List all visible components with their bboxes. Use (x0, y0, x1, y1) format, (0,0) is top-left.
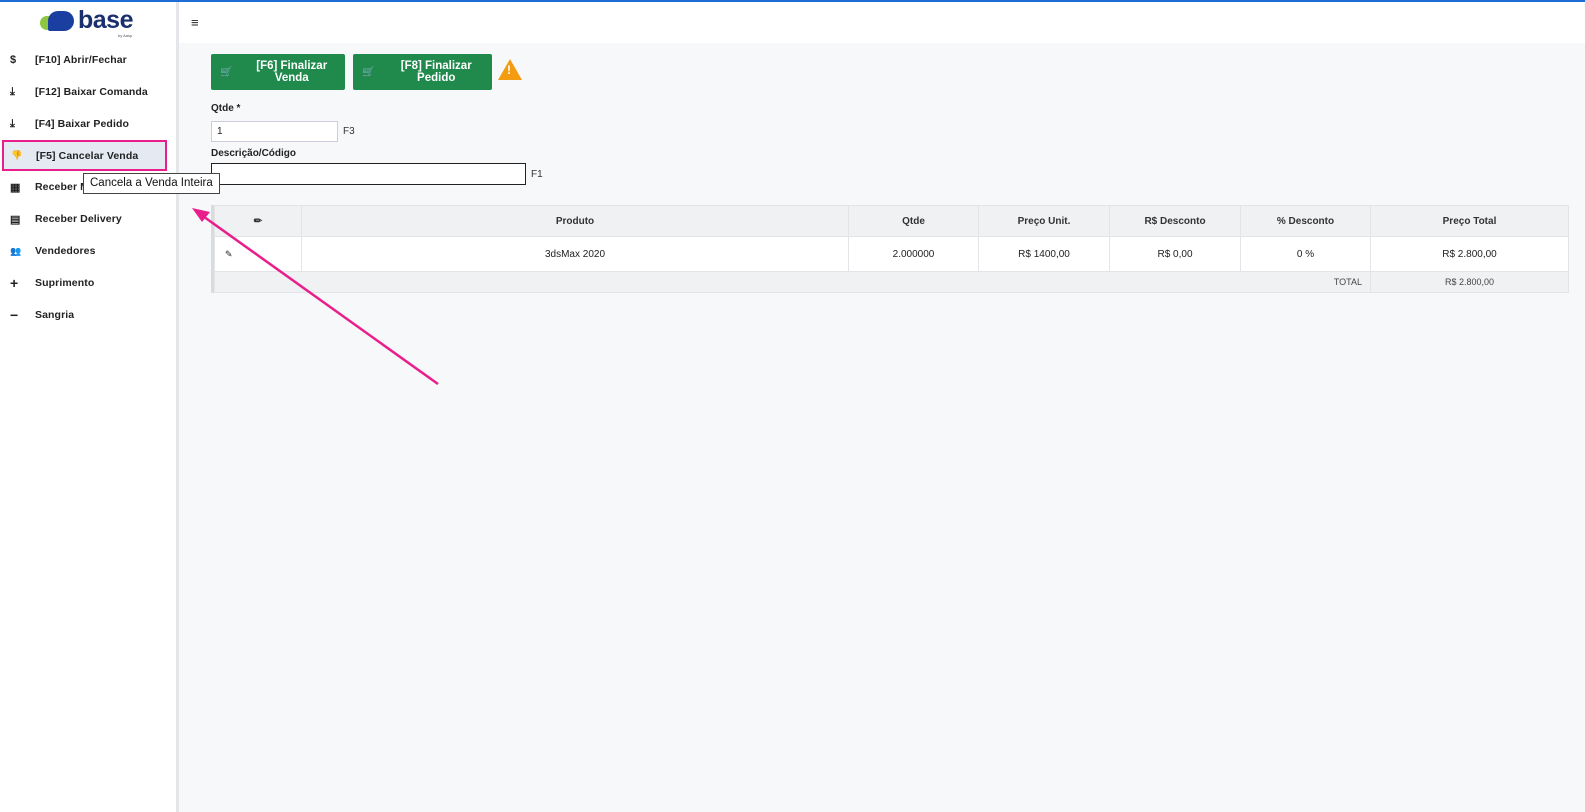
users-icon: 👥 (10, 245, 22, 256)
table-total-row: TOTAL R$ 2.800,00 (214, 271, 1569, 293)
descricao-input[interactable] (211, 163, 526, 185)
col-preco-unit[interactable]: Preço Unit. (978, 205, 1110, 237)
arrow-head (192, 208, 210, 222)
col-desconto-pct[interactable]: % Desconto (1240, 205, 1371, 237)
tooltip: Cancela a Venda Inteira (83, 173, 220, 194)
cell-preco-unit: R$ 1400,00 (978, 236, 1110, 272)
cart-icon: 🛒 (362, 66, 375, 78)
dollar-icon: $ (10, 54, 17, 66)
col-preco-total[interactable]: Preço Total (1370, 205, 1569, 237)
cell-desconto-pct: 0 % (1240, 236, 1371, 272)
qtde-label: Qtde * (211, 103, 241, 114)
logo[interactable]: base by Aasp (0, 2, 176, 40)
logo-subtext: by Aasp (118, 33, 133, 38)
col-qtde[interactable]: Qtde (848, 205, 979, 237)
total-value: R$ 2.800,00 (1370, 271, 1569, 293)
sidebar-item-label: Vendedores (35, 245, 96, 257)
table-row: ✎ 3dsMax 2020 2.000000 R$ 1400,00 R$ 0,0… (214, 236, 1569, 272)
edit-column-header: ✏ (214, 205, 302, 237)
sidebar-item-label: Suprimento (35, 277, 95, 289)
sidebar-item-label: Receber Delivery (35, 213, 122, 225)
logo-blue-bubble (48, 11, 74, 31)
sidebar-item-baixar-comanda[interactable]: ⤓ [F12] Baixar Comanda (0, 76, 176, 108)
cell-desconto-rs: R$ 0,00 (1109, 236, 1241, 272)
cell-produto: 3dsMax 2020 (301, 236, 849, 272)
sidebar-item-label: [F5] Cancelar Venda (36, 149, 139, 162)
sidebar-item-label: Receber M (35, 181, 90, 193)
minus-icon: − (10, 307, 19, 323)
logo-text: base (78, 6, 133, 34)
sidebar-item-label: [F4] Baixar Pedido (35, 118, 129, 130)
cell-preco-total: R$ 2.800,00 (1370, 236, 1569, 272)
table-header-row: ✏ Produto Qtde Preço Unit. R$ Desconto %… (214, 205, 1569, 237)
pencil-icon: ✏ (253, 215, 263, 227)
finalizar-venda-button[interactable]: 🛒 [F6] Finalizar Venda (211, 54, 345, 90)
sidebar-item-label: [F12] Baixar Comanda (35, 86, 148, 98)
finalizar-pedido-button[interactable]: 🛒 [F8] Finalizar Pedido (353, 54, 492, 90)
sidebar-item-label: Sangria (35, 309, 75, 321)
sidebar-item-baixar-pedido[interactable]: ⤓ [F4] Baixar Pedido (0, 108, 176, 140)
grid-icon: ▦ (10, 181, 21, 194)
edit-row-cell[interactable]: ✎ (214, 236, 302, 272)
sidebar-item-sangria[interactable]: − Sangria (0, 299, 176, 331)
list-icon: ▤ (10, 213, 21, 226)
hamburger-menu-icon[interactable]: ≡ (191, 15, 199, 30)
edit-pen-icon[interactable]: ✎ (225, 249, 233, 259)
col-produto[interactable]: Produto (301, 205, 849, 237)
sidebar-item-abrir-fechar[interactable]: $ [F10] Abrir/Fechar (0, 44, 176, 76)
download-icon: ⤓ (10, 117, 15, 130)
sidebar-item-vendedores[interactable]: 👥 Vendedores (0, 235, 176, 267)
topbar: ≡ (179, 2, 1585, 43)
qtde-input[interactable] (211, 121, 338, 142)
sidebar-item-suprimento[interactable]: + Suprimento (0, 267, 176, 299)
qtde-shortcut-hint: F3 (343, 126, 355, 137)
sidebar-item-label: [F10] Abrir/Fechar (35, 54, 127, 66)
finalizar-pedido-label: [F8] Finalizar Pedido (400, 60, 472, 84)
cart-icon: 🛒 (220, 66, 233, 78)
finalizar-venda-label: [F6] Finalizar Venda (256, 60, 328, 84)
descricao-shortcut-hint: F1 (531, 169, 543, 180)
total-label: TOTAL (214, 271, 1371, 293)
items-table: ✏ Produto Qtde Preço Unit. R$ Desconto %… (214, 205, 1569, 293)
sidebar-item-receber-delivery[interactable]: ▤ Receber Delivery (0, 203, 176, 235)
sidebar-item-cancelar-venda[interactable]: 👎 [F5] Cancelar Venda (2, 140, 167, 171)
sidebar: base by Aasp $ [F10] Abrir/Fechar ⤓ [F12] … (0, 2, 179, 812)
cell-qtde: 2.000000 (848, 236, 979, 272)
col-desconto-rs[interactable]: R$ Desconto (1109, 205, 1241, 237)
plus-icon: + (10, 275, 19, 291)
warning-icon[interactable]: ! (498, 59, 522, 80)
thumbs-down-icon: 👎 (11, 150, 23, 160)
download-icon: ⤓ (10, 85, 15, 98)
descricao-label: Descrição/Código (211, 148, 297, 159)
